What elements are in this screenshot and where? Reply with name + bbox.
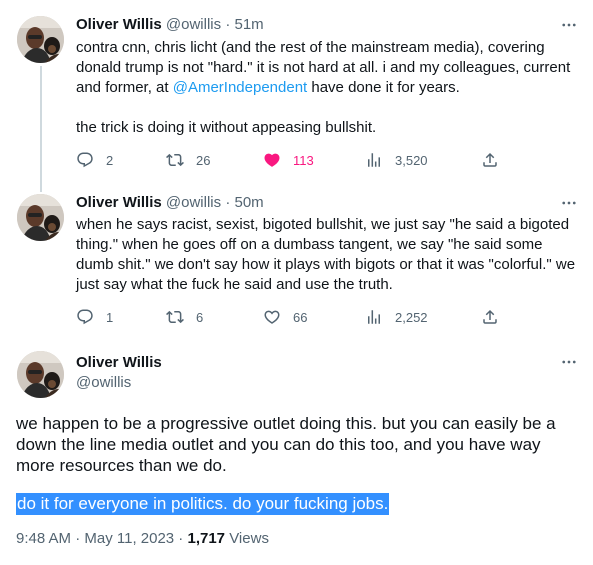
tweet-text-part: have done it for years.: [307, 79, 460, 96]
tweet-timestamp[interactable]: 9:48 AM · May 11, 2023 ·: [16, 530, 187, 547]
display-name[interactable]: Oliver Willis: [76, 353, 162, 373]
views-count: 1,717: [187, 530, 226, 547]
thread-tweet[interactable]: Oliver Willis @owillis · 50m when he say…: [0, 185, 593, 340]
views-label: Views: [225, 530, 269, 547]
thread-connector-line: [40, 66, 42, 192]
tweet-header: Oliver Willis @owillis · 50m: [76, 193, 264, 213]
user-handle[interactable]: @owillis: [166, 194, 221, 211]
tweet-actions: 2 26 113 3,520: [76, 150, 501, 170]
reply-icon: [76, 151, 94, 169]
main-tweet-text: we happen to be a progressive outlet doi…: [16, 414, 556, 475]
avatar-photo: [17, 194, 64, 241]
analytics-icon: [365, 151, 383, 169]
like-count: 66: [293, 309, 308, 325]
separator-dot: ·: [225, 194, 231, 211]
heart-icon: [263, 151, 281, 169]
like-button[interactable]: 113: [263, 150, 314, 170]
views-count: 3,520: [395, 152, 428, 168]
retweet-count: 26: [196, 152, 211, 168]
share-icon: [481, 308, 499, 326]
reply-icon: [76, 308, 94, 326]
selected-text: do it for everyone in politics. do your …: [16, 493, 390, 515]
share-icon: [481, 151, 499, 169]
views-button[interactable]: 2,252: [365, 307, 428, 327]
tweet-time[interactable]: 51m: [234, 16, 263, 33]
like-count: 113: [293, 152, 314, 168]
reply-count: 1: [106, 309, 114, 325]
views-button[interactable]: 3,520: [365, 150, 428, 170]
avatar[interactable]: [17, 351, 64, 398]
main-tweet: Oliver Willis @owillis we happen to be a…: [0, 340, 593, 565]
retweet-count: 6: [196, 309, 204, 325]
mention-link[interactable]: @AmerIndependent: [173, 79, 307, 96]
retweet-button[interactable]: 26: [166, 150, 210, 170]
retweet-icon: [166, 151, 184, 169]
avatar-photo: [17, 351, 64, 398]
share-button[interactable]: [481, 307, 499, 327]
tweet-actions: 1 6 66 2,252: [76, 307, 501, 327]
more-horizontal-icon[interactable]: [559, 194, 579, 212]
tweet-text: when he says racist, sexist, bigoted bul…: [76, 216, 576, 293]
tweet-paragraph: the trick is doing it without appeasing …: [76, 119, 377, 136]
analytics-icon: [365, 308, 383, 326]
avatar[interactable]: [17, 194, 64, 241]
author-block: Oliver Willis @owillis: [76, 353, 162, 393]
tweet-text: contra cnn, chris licht (and the rest of…: [76, 38, 576, 138]
reply-count: 2: [106, 152, 114, 168]
avatar-photo: [17, 16, 64, 63]
display-name[interactable]: Oliver Willis: [76, 194, 162, 211]
thread-tweet[interactable]: Oliver Willis @owillis · 51m contra cnn,…: [0, 0, 593, 192]
retweet-icon: [166, 308, 184, 326]
heart-icon: [263, 308, 281, 326]
display-name[interactable]: Oliver Willis: [76, 16, 162, 33]
tweet-time[interactable]: 50m: [234, 194, 263, 211]
reply-button[interactable]: 1: [76, 307, 113, 327]
like-button[interactable]: 66: [263, 307, 307, 327]
more-horizontal-icon[interactable]: [559, 16, 579, 34]
share-button[interactable]: [481, 150, 499, 170]
user-handle[interactable]: @owillis: [166, 16, 221, 33]
user-handle[interactable]: @owillis: [76, 373, 162, 393]
views-count: 2,252: [395, 309, 428, 325]
tweet-header: Oliver Willis @owillis · 51m: [76, 15, 264, 35]
retweet-button[interactable]: 6: [166, 307, 203, 327]
more-horizontal-icon[interactable]: [559, 353, 579, 371]
tweet-metadata: 9:48 AM · May 11, 2023 · 1,717 Views: [16, 529, 269, 549]
avatar[interactable]: [17, 16, 64, 63]
reply-button[interactable]: 2: [76, 150, 113, 170]
separator-dot: ·: [225, 16, 231, 33]
tweet-paragraph: contra cnn, chris licht (and the rest of…: [76, 38, 576, 98]
